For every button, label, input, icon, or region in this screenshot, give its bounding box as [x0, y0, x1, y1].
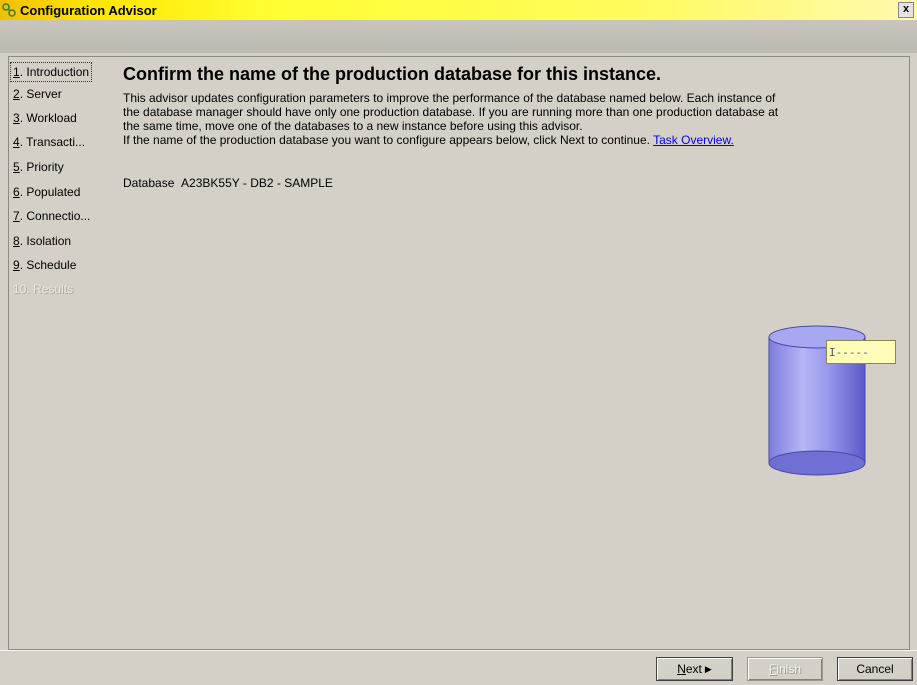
description-line: the database manager should have only on… [123, 105, 779, 119]
next-button[interactable]: Next ▶ [656, 657, 733, 681]
footer-separator [0, 650, 917, 651]
step-schedule[interactable]: 9. Schedule [11, 255, 78, 275]
page-title: Confirm the name of the production datab… [123, 64, 662, 84]
finish-button: Finish [747, 657, 823, 681]
cancel-button[interactable]: Cancel [837, 657, 913, 681]
window-title: Configuration Advisor [20, 2, 157, 18]
right-arrow-icon: ▶ [704, 663, 712, 674]
step-isolation[interactable]: 8. Isolation [11, 231, 73, 251]
database-name: A23BK55Y - DB2 - SAMPLE [181, 176, 333, 190]
step-transactions[interactable]: 4. Transacti... [11, 132, 87, 152]
next-button-label: Next [677, 662, 702, 676]
description-line: the same time, move one of the databases… [123, 119, 583, 133]
step-populated[interactable]: 6. Populated [11, 182, 82, 202]
intro-description: This advisor updates configuration param… [123, 91, 908, 147]
header-band [0, 20, 917, 53]
step-server[interactable]: 2. Server [11, 84, 64, 104]
finish-button-label: Finish [768, 662, 802, 676]
close-icon: x [902, 3, 910, 15]
step-workload[interactable]: 3. Workload [11, 108, 79, 128]
database-row: Database A23BK55Y - DB2 - SAMPLE [123, 176, 333, 190]
description-line: This advisor updates configuration param… [123, 91, 776, 105]
database-name-tooltip: I----- [826, 340, 896, 364]
close-button[interactable]: x [898, 2, 914, 18]
task-overview-link[interactable]: Task Overview. [653, 133, 734, 147]
content-panel: Confirm the name of the production datab… [109, 56, 910, 650]
step-connections[interactable]: 7. Connectio... [11, 206, 92, 226]
cancel-button-label: Cancel [856, 662, 894, 676]
step-priority[interactable]: 5. Priority [11, 157, 66, 177]
description-line-last: If the name of the production database y… [123, 133, 734, 147]
database-label: Database [123, 176, 175, 190]
title-bar[interactable]: Configuration Advisor x [0, 0, 917, 20]
advisor-app-icon [1, 2, 17, 18]
configuration-advisor-window: Configuration Advisor x 1. Introduction … [0, 0, 917, 685]
step-results: 10. Results [13, 282, 74, 296]
step-introduction[interactable]: 1. Introduction [10, 62, 93, 82]
wizard-step-list: 1. Introduction 2. Server 3. Workload 4.… [8, 56, 111, 650]
